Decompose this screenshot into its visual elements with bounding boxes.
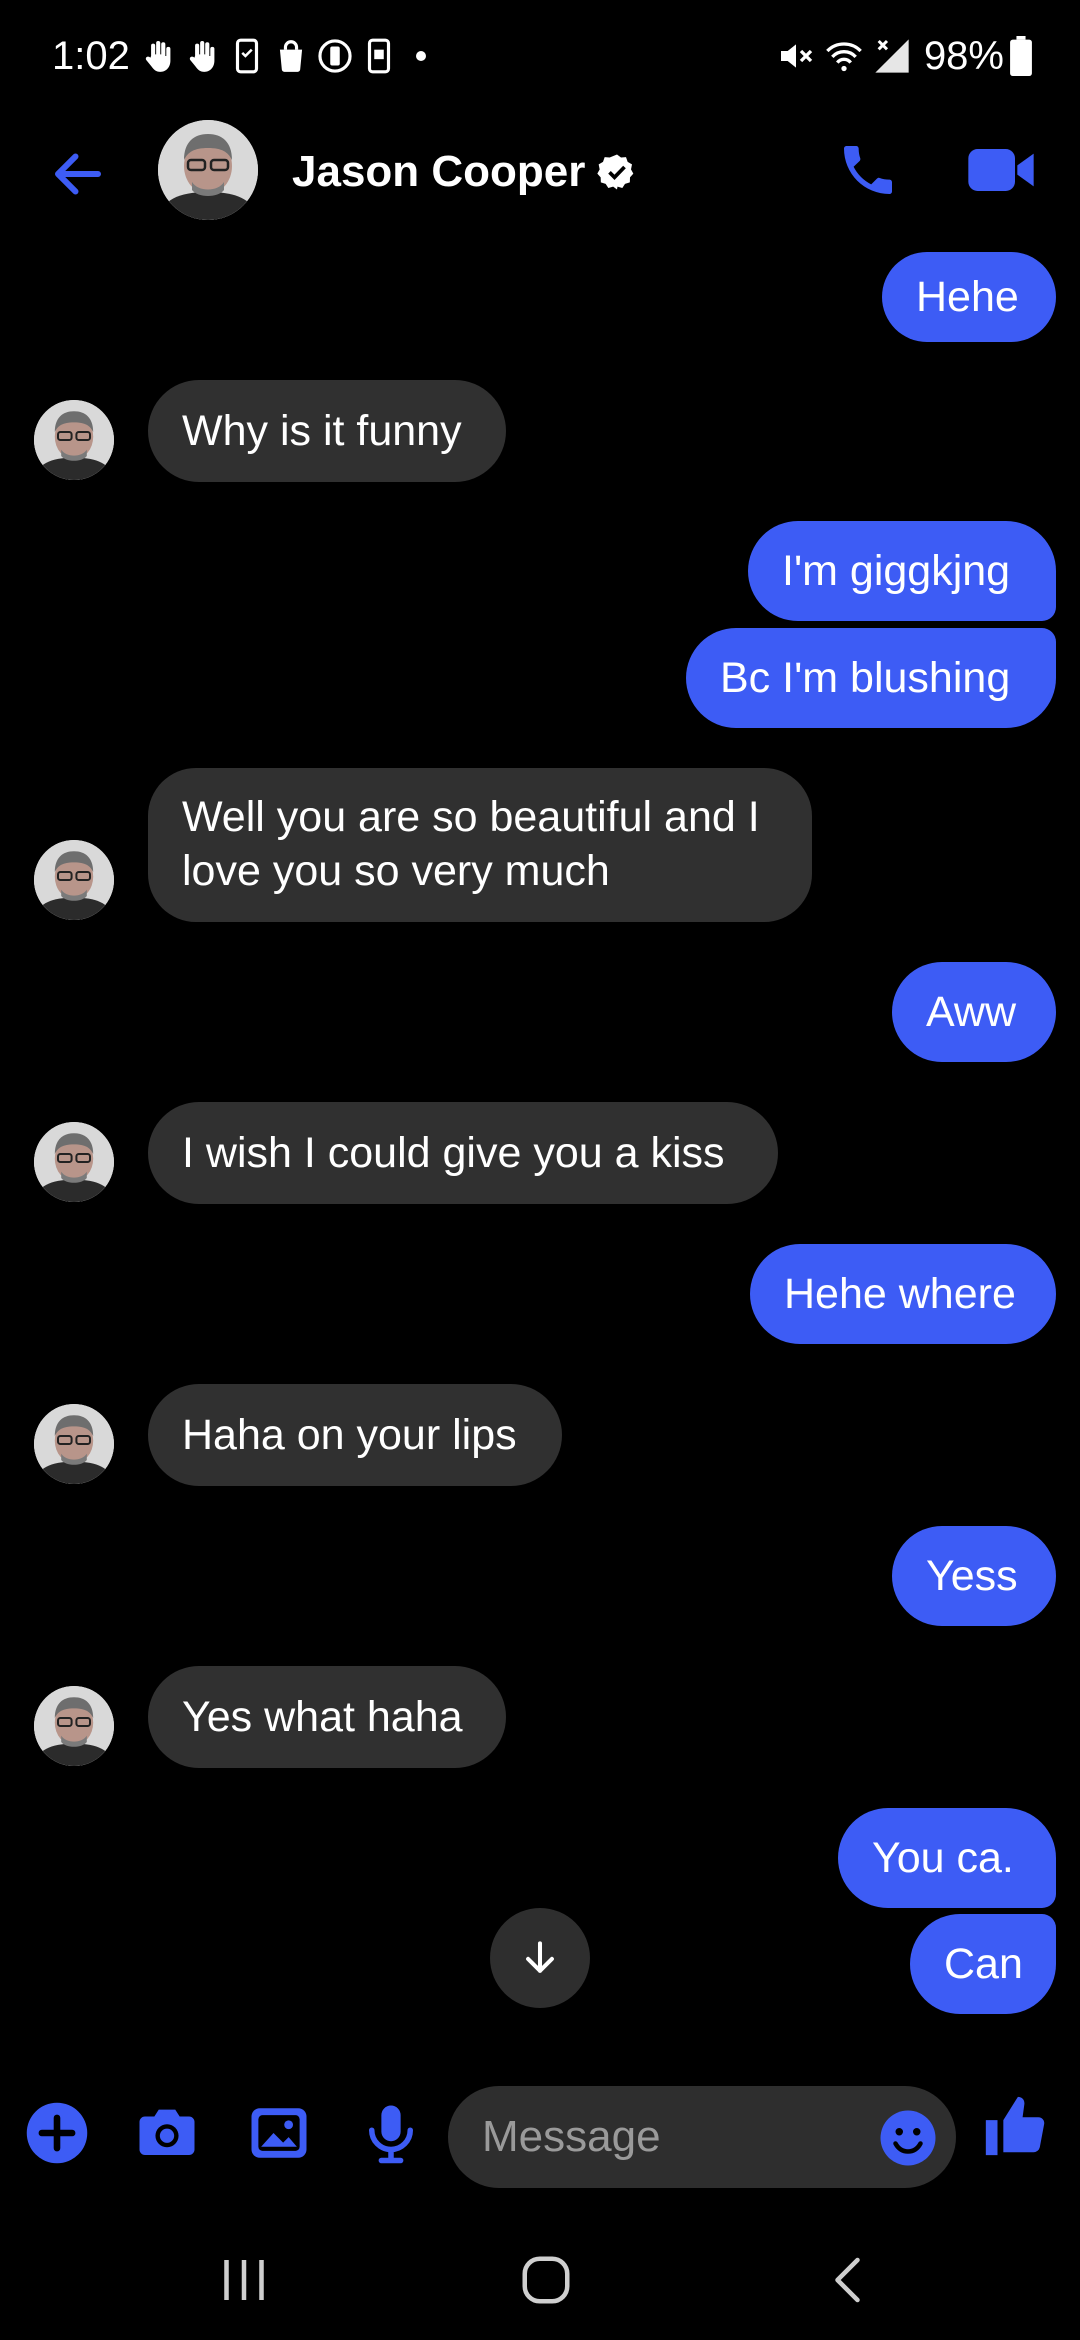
hand-icon (189, 40, 215, 72)
back-nav-icon[interactable] (820, 2250, 880, 2310)
verified-badge-icon (597, 154, 634, 190)
incoming-message[interactable]: Yes what haha (148, 1666, 506, 1768)
shopping-bag-icon (279, 40, 303, 72)
contact-avatar-small[interactable] (34, 1404, 114, 1484)
avatar-image (158, 120, 258, 220)
home-icon[interactable] (516, 2250, 576, 2310)
battery-icon (1010, 36, 1032, 76)
camera-icon[interactable] (134, 2100, 200, 2166)
contact-name-row[interactable]: Jason Cooper (292, 144, 637, 200)
contact-avatar-small[interactable] (34, 840, 114, 920)
outgoing-message[interactable]: Can (910, 1914, 1056, 2014)
contact-avatar-small[interactable] (34, 400, 114, 480)
outgoing-message[interactable]: Bc I'm blushing (686, 628, 1056, 728)
conversation-header: Jason Cooper (0, 112, 1080, 234)
hand-icon (145, 40, 171, 72)
gallery-icon[interactable] (246, 2100, 312, 2166)
status-system-icons: 98% (768, 30, 1032, 82)
contact-avatar-small[interactable] (34, 1686, 114, 1766)
mute-icon (780, 44, 813, 68)
system-navigation-bar (0, 2220, 1080, 2340)
microphone-icon[interactable] (358, 2100, 424, 2166)
outgoing-message[interactable]: Hehe (882, 252, 1056, 342)
status-notification-icons (140, 36, 426, 76)
phone-icon (367, 38, 391, 74)
emoji-icon[interactable] (878, 2108, 938, 2168)
phone-sync-icon (235, 38, 259, 74)
incoming-message[interactable]: Well you are so beautiful and I love you… (148, 768, 812, 922)
incoming-message[interactable]: I wish I could give you a kiss (148, 1102, 778, 1204)
battery-percentage: 98% (923, 33, 1004, 78)
contact-avatar-small[interactable] (34, 1122, 114, 1202)
arrow-down-icon (526, 1941, 554, 1973)
timer-icon (318, 39, 352, 73)
outgoing-message[interactable]: I'm giggkjng (748, 521, 1056, 621)
video-call-icon[interactable] (966, 142, 1036, 198)
incoming-message[interactable]: Why is it funny (148, 380, 506, 482)
avatar-image (34, 1686, 114, 1766)
voice-call-icon[interactable] (836, 138, 900, 202)
outgoing-message[interactable]: You ca. (838, 1808, 1056, 1908)
wifi-icon (826, 42, 862, 72)
thumbs-up-icon[interactable] (980, 2090, 1050, 2162)
status-bar: 1:02 98% (0, 0, 1080, 112)
contact-name: Jason Cooper (292, 147, 586, 196)
status-time: 1:02 (52, 34, 130, 78)
notification-dot (416, 51, 426, 61)
back-arrow-icon[interactable] (48, 144, 108, 204)
avatar-image (34, 1404, 114, 1484)
avatar-image (34, 840, 114, 920)
outgoing-message[interactable]: Hehe where (750, 1244, 1056, 1344)
message-thread[interactable]: Hehe Why is it funny I'm giggkjng Bc I'm… (0, 234, 1080, 2050)
message-field[interactable] (448, 2086, 956, 2188)
avatar-image (34, 400, 114, 480)
incoming-message[interactable]: Haha on your lips (148, 1384, 562, 1486)
message-input[interactable] (482, 2086, 842, 2188)
avatar-image (34, 1122, 114, 1202)
outgoing-message[interactable]: Aww (892, 962, 1056, 1062)
outgoing-message[interactable]: Yess (892, 1526, 1056, 1626)
recent-apps-icon[interactable] (214, 2250, 274, 2310)
contact-avatar[interactable] (158, 120, 258, 220)
signal-icon (875, 39, 909, 73)
message-composer (0, 2070, 1080, 2200)
plus-circle-icon[interactable] (24, 2100, 90, 2166)
scroll-to-bottom-button[interactable] (490, 1908, 590, 2008)
